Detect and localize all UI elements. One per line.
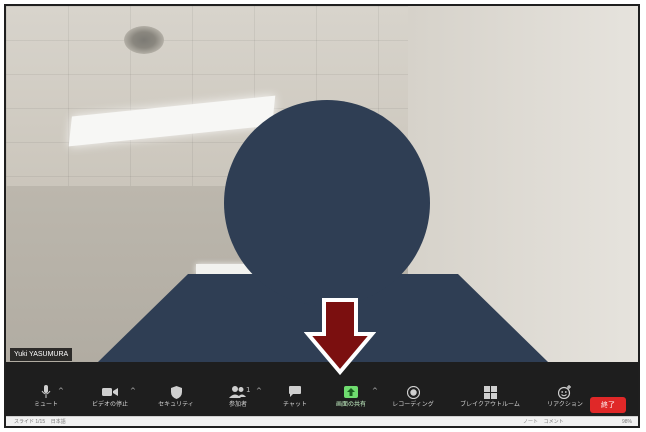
reaction-icon [558,384,572,400]
avatar-silhouette-head [224,100,430,306]
participants-button[interactable]: 1 参加者 ^ [208,384,268,414]
share-screen-button[interactable]: 画面の共有 ^ [322,384,380,414]
notes-button[interactable]: ノート [523,419,538,425]
share-screen-label: 画面の共有 [335,401,366,408]
record-icon [406,384,420,400]
participant-name-label: Yuki YASUMURA [10,348,73,361]
video-camera-icon [102,384,118,400]
language-indicator: 日本語 [50,419,66,425]
share-screen-icon [344,384,358,400]
breakout-rooms-label: ブレイクアウトルーム [460,401,520,408]
participants-count: 1 [246,386,251,394]
shield-icon [170,384,182,400]
breakout-rooms-button[interactable]: ブレイクアウトルーム [446,384,534,414]
end-meeting-button[interactable]: 終了 [590,397,626,413]
mute-options-caret[interactable]: ^ [58,387,64,395]
comments-button[interactable]: コメント [544,419,564,425]
microphone-icon [41,384,51,400]
status-bar: スライド 1/15 日本語 ノート コメント 98% [6,416,638,426]
down-arrow-annotation [304,298,376,376]
chat-label: チャット [283,401,307,408]
zoom-level: 98% [621,419,632,425]
record-button[interactable]: レコーディング [380,384,446,414]
participants-label: 参加者 [228,401,247,408]
mute-button[interactable]: ミュート ^ [16,384,76,414]
video-options-caret[interactable]: ^ [130,387,136,395]
breakout-rooms-icon [483,384,497,400]
security-button[interactable]: セキュリティ [144,384,208,414]
chat-bubble-icon [289,384,301,400]
record-label: レコーディング [392,401,434,408]
mute-label: ミュート [33,401,58,408]
ceiling-speaker [124,26,164,54]
reaction-label: リアクション [547,401,583,408]
participants-icon [229,384,247,400]
stop-video-button[interactable]: ビデオの停止 ^ [76,384,144,414]
reaction-button[interactable]: リアクション [534,384,596,414]
chat-button[interactable]: チャット [268,384,322,414]
participants-options-caret[interactable]: ^ [256,387,262,395]
share-options-caret[interactable]: ^ [372,387,378,395]
stop-video-label: ビデオの停止 [91,401,128,408]
slide-counter: スライド 1/15 [14,419,46,425]
security-label: セキュリティ [158,401,194,408]
